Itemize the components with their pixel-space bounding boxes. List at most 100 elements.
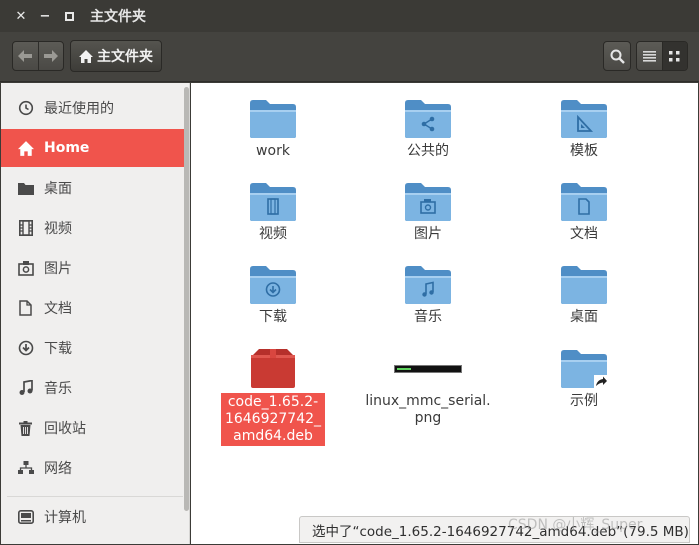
- folder-documents-icon: [561, 183, 607, 221]
- file-name-line: 1646927742_: [224, 411, 322, 427]
- network-icon: [17, 460, 34, 477]
- sidebar-scrollbar[interactable]: [184, 87, 189, 511]
- title-bar: ✕ − 主文件夹: [0, 0, 699, 32]
- file-name: 音乐: [414, 309, 442, 325]
- file-item[interactable]: 桌面: [524, 265, 644, 326]
- folder-music-icon: [405, 266, 451, 304]
- file-name: 示例: [570, 393, 598, 409]
- file-view: work 公共的 模板 视频 图片 文档 下载 音乐 桌面 code_1.65.…: [191, 83, 698, 544]
- list-view-button[interactable]: [637, 42, 662, 70]
- breadcrumb-home[interactable]: 主文件夹: [70, 40, 162, 72]
- file-name: 图片: [414, 226, 442, 242]
- file-name: 公共的: [407, 143, 449, 159]
- sidebar-item-label: 音乐: [44, 381, 72, 397]
- music-icon: [17, 380, 34, 397]
- icon-view-button[interactable]: [661, 42, 687, 70]
- file-item-selected[interactable]: code_1.65.2- 1646927742_ amd64.deb: [213, 349, 333, 446]
- folder-share-icon: [405, 100, 451, 138]
- maximize-icon: [64, 11, 74, 21]
- file-name: 下载: [259, 309, 287, 325]
- sidebar-item-label: 文档: [44, 301, 72, 317]
- file-name: work: [256, 143, 290, 159]
- toolbar: 主文件夹: [0, 32, 699, 82]
- search-icon: [610, 49, 625, 64]
- sidebar-item-downloads[interactable]: 下载: [1, 329, 189, 367]
- sidebar-item-computer[interactable]: 计算机: [1, 498, 189, 536]
- home-icon: [17, 140, 34, 157]
- sidebar-item-label: Home: [44, 140, 90, 156]
- camera-icon: [17, 260, 34, 277]
- file-item[interactable]: 下载: [213, 265, 333, 326]
- sidebar-item-videos[interactable]: 视频: [1, 209, 189, 247]
- folder-icon: [250, 100, 296, 138]
- sidebar-separator: [7, 496, 183, 497]
- image-thumbnail: [393, 349, 463, 389]
- file-name: 文档: [570, 226, 598, 242]
- forward-button[interactable]: [37, 42, 64, 70]
- sidebar-item-label: 回收站: [44, 421, 86, 437]
- window-title: 主文件夹: [90, 9, 146, 25]
- file-name: linux_mmc_serial. png: [365, 393, 490, 427]
- file-name: 桌面: [570, 309, 598, 325]
- file-name-line: png: [414, 410, 442, 426]
- document-icon: [17, 300, 34, 317]
- file-name-line: code_1.65.2-: [227, 394, 319, 410]
- back-button[interactable]: [13, 42, 38, 70]
- grid-view-icon: [669, 50, 680, 61]
- sidebar-item-desktop[interactable]: 桌面: [1, 169, 189, 207]
- file-name: 视频: [259, 226, 287, 242]
- sidebar-item-network[interactable]: 网络: [1, 449, 189, 487]
- arrow-left-icon: [18, 50, 33, 62]
- arrow-right-icon: [43, 50, 58, 62]
- folder-icon: [17, 180, 34, 197]
- file-item[interactable]: 视频: [213, 182, 333, 243]
- deb-package-icon: [251, 349, 295, 388]
- sidebar-item-recent[interactable]: 最近使用的: [1, 89, 189, 127]
- folder-icon: [561, 266, 607, 304]
- sidebar-item-pictures[interactable]: 图片: [1, 249, 189, 287]
- file-name-line: linux_mmc_serial.: [365, 393, 491, 409]
- sidebar-item-label: 计算机: [44, 510, 86, 526]
- sidebar: 最近使用的 Home 桌面 视频 图片 文档 下载 音乐 回收站 网络 计算机: [1, 83, 190, 544]
- file-item[interactable]: 音乐: [368, 265, 488, 326]
- file-name: code_1.65.2- 1646927742_ amd64.deb: [220, 393, 326, 446]
- sidebar-item-documents[interactable]: 文档: [1, 289, 189, 327]
- file-name: 模板: [570, 143, 598, 159]
- watermark: CSDN @小辉_Super: [508, 517, 643, 533]
- file-item[interactable]: linux_mmc_serial. png: [365, 349, 491, 427]
- sidebar-item-home[interactable]: Home: [1, 129, 189, 167]
- home-icon: [79, 49, 93, 63]
- file-item[interactable]: 图片: [368, 182, 488, 243]
- clock-icon: [17, 100, 34, 117]
- sidebar-item-label: 网络: [44, 461, 72, 477]
- file-item[interactable]: work: [213, 99, 333, 160]
- folder-pictures-icon: [405, 183, 451, 221]
- folder-video-icon: [250, 183, 296, 221]
- folder-template-icon: [561, 100, 607, 138]
- trash-icon: [17, 420, 34, 437]
- folder-link-icon: [561, 350, 607, 388]
- search-button[interactable]: [603, 41, 631, 71]
- drive-icon: [17, 509, 34, 526]
- sidebar-item-label: 图片: [44, 261, 72, 277]
- history-nav: [12, 41, 64, 71]
- sidebar-item-label: 视频: [44, 221, 72, 237]
- breadcrumb-label: 主文件夹: [97, 49, 153, 65]
- maximize-button[interactable]: [58, 5, 80, 27]
- sidebar-item-music[interactable]: 音乐: [1, 369, 189, 407]
- sidebar-item-label: 下载: [44, 341, 72, 357]
- sidebar-item-label: 最近使用的: [44, 101, 114, 117]
- file-item[interactable]: 公共的: [368, 99, 488, 160]
- download-icon: [17, 340, 34, 357]
- sidebar-item-trash[interactable]: 回收站: [1, 409, 189, 447]
- file-item[interactable]: 文档: [524, 182, 644, 243]
- minimize-button[interactable]: −: [34, 5, 56, 27]
- file-name-line: amd64.deb: [233, 428, 313, 444]
- close-button[interactable]: ✕: [10, 5, 32, 27]
- file-item[interactable]: 示例: [524, 349, 644, 410]
- sidebar-item-label: 桌面: [44, 181, 72, 197]
- file-item[interactable]: 模板: [524, 99, 644, 160]
- view-switcher: [636, 41, 688, 71]
- folder-download-icon: [250, 266, 296, 304]
- list-view-icon: [642, 50, 656, 62]
